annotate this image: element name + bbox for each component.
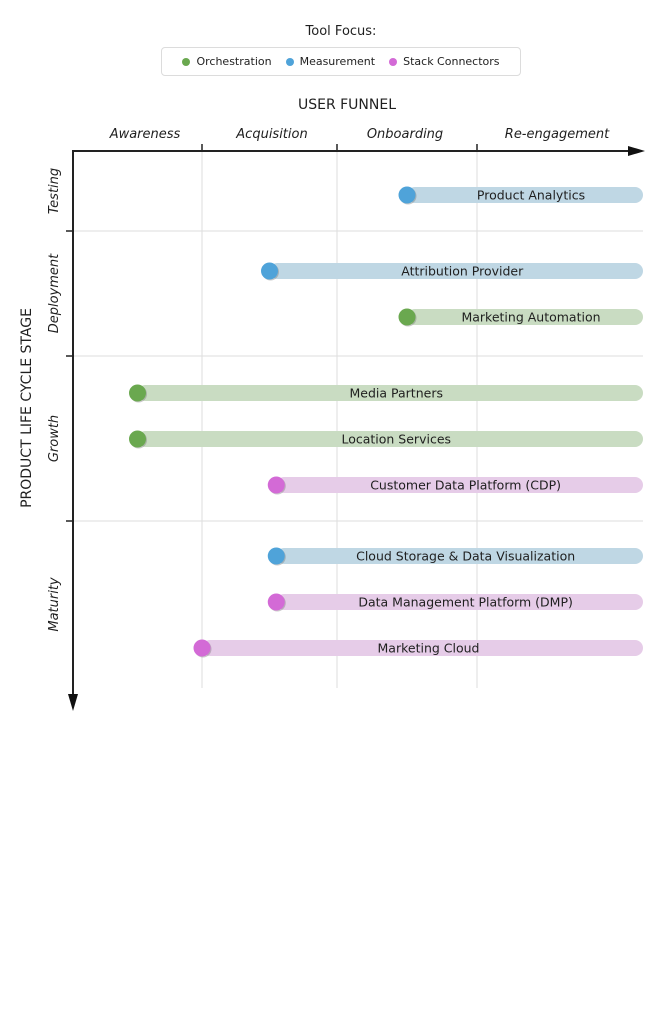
bar-label: Marketing Automation <box>461 310 600 325</box>
x-category-label: Acquisition <box>235 127 307 142</box>
y-category-label: Growth <box>47 415 62 462</box>
timeline-chart: USER FUNNEL PRODUCT LIFE CYCLE STAGE Awa… <box>19 97 645 711</box>
x-category-label: Onboarding <box>367 127 443 142</box>
bars: Product Analytics Attribution Provider Mar… <box>129 186 643 658</box>
bar-label: Product Analytics <box>477 188 585 203</box>
y-axis-categories: Testing Deployment Growth Maturity <box>47 168 62 632</box>
x-axis-categories: Awareness Acquisition Onboarding Re-engagem… <box>109 127 610 142</box>
x-category-label: Awareness <box>109 127 181 142</box>
x-axis-title: USER FUNNEL <box>298 97 396 113</box>
y-category-label: Maturity <box>47 577 62 632</box>
bar-start-dot <box>129 430 146 448</box>
bar-label: Marketing Cloud <box>378 641 480 656</box>
bar-item: Media Partners <box>129 384 643 403</box>
bar-label: Customer Data Platform (CDP) <box>370 478 561 493</box>
y-axis-title: PRODUCT LIFE CYCLE STAGE <box>19 308 35 508</box>
y-category-label: Testing <box>47 168 62 214</box>
bar-start-dot <box>129 384 146 402</box>
bar-item: Marketing Automation <box>398 308 643 327</box>
bar-item: Location Services <box>129 430 643 449</box>
bar-label: Cloud Storage & Data Visualization <box>356 549 575 564</box>
bar-label: Location Services <box>341 432 451 447</box>
bar-item: Marketing Cloud <box>193 639 643 658</box>
axes <box>66 144 645 711</box>
bar-start-dot <box>267 593 285 611</box>
bar-label: Attribution Provider <box>401 264 524 279</box>
y-axis-arrow-icon <box>68 694 78 711</box>
bar-label: Media Partners <box>350 386 443 401</box>
bar-item: Product Analytics <box>398 186 643 205</box>
y-category-label: Deployment <box>47 253 62 333</box>
x-category-label: Re-engagement <box>505 127 610 142</box>
bar-start-dot <box>398 308 416 326</box>
bar-item: Attribution Provider <box>261 262 643 281</box>
x-axis-arrow-icon <box>628 146 645 156</box>
bar-start-dot <box>267 476 285 494</box>
bar-item: Customer Data Platform (CDP) <box>267 476 643 495</box>
bar-item: Cloud Storage & Data Visualization <box>267 547 643 566</box>
bar-start-dot <box>193 639 211 657</box>
bar-start-dot <box>398 186 416 204</box>
bar-start-dot <box>261 262 278 280</box>
bar-label: Data Management Platform (DMP) <box>358 595 573 610</box>
bar-start-dot <box>267 547 285 565</box>
bar-item: Data Management Platform (DMP) <box>267 593 643 612</box>
